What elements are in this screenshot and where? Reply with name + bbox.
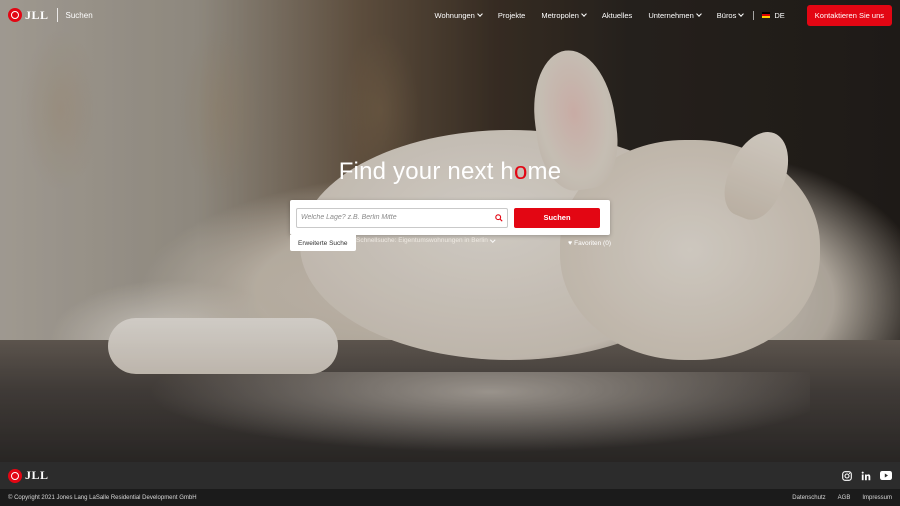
german-flag-icon	[762, 12, 771, 18]
favorites-link[interactable]: ♥ Favoriten (0)	[568, 240, 611, 247]
hero-title-part1: Find your next h	[338, 158, 514, 185]
search-button[interactable]: Suchen	[514, 207, 600, 228]
footer-top-bar: JLL	[0, 462, 900, 489]
nav-item-metropolen[interactable]: Metropolen	[541, 10, 587, 20]
header-divider	[56, 8, 58, 22]
footer-link-datenschutz[interactable]: Datenschutz	[792, 495, 825, 501]
hero-title-part2: me	[527, 158, 562, 185]
nav-item-projekte[interactable]: Projekte	[498, 11, 526, 20]
heart-icon: ♥	[568, 240, 573, 247]
hero-title-accent: o	[513, 158, 528, 185]
language-label: DE	[774, 10, 785, 20]
hero-title: Find your next home	[0, 158, 900, 186]
jll-logo-icon	[8, 468, 22, 483]
nav-item-bueros[interactable]: Büros	[716, 10, 745, 20]
footer-link-agb[interactable]: AGB	[838, 495, 851, 501]
search-icon[interactable]	[495, 213, 503, 222]
linkedin-icon[interactable]	[861, 471, 871, 481]
language-switcher[interactable]: DE	[753, 10, 785, 20]
nav-item-aktuelles[interactable]: Aktuelles	[602, 11, 632, 20]
nav-label: Büros	[716, 10, 737, 20]
main-nav: Wohnungen Projekte Metropolen Aktuelles …	[419, 4, 892, 26]
footer-link-impressum[interactable]: Impressum	[862, 495, 892, 501]
nav-item-unternehmen[interactable]: Unternehmen	[648, 10, 702, 20]
header-search-link[interactable]: Suchen	[66, 11, 93, 20]
nav-label: Projekte	[497, 10, 526, 20]
location-search-input[interactable]	[297, 208, 507, 227]
copyright-text: © Copyright 2021 Jones Lang LaSalle Resi…	[8, 494, 197, 501]
header-logo[interactable]: JLL	[8, 8, 49, 23]
chevron-down-icon	[738, 11, 745, 17]
location-search-field	[296, 207, 508, 228]
nav-label: Wohnungen	[434, 10, 475, 20]
nav-item-wohnungen[interactable]: Wohnungen	[434, 10, 483, 20]
footer-links: Datenschutz AGB Impressum	[792, 495, 892, 501]
nav-label: Aktuelles	[601, 10, 633, 20]
chevron-down-icon	[490, 237, 496, 242]
search-box: Suchen	[290, 200, 610, 235]
nav-label: Unternehmen	[648, 10, 694, 20]
quick-search-link[interactable]: Schnellsuche: Eigentumswohnungen in Berl…	[356, 237, 496, 244]
favorites-label: Favoriten (0)	[574, 240, 612, 247]
logo-text: JLL	[25, 7, 49, 22]
footer-logo[interactable]: JLL	[8, 468, 49, 483]
instagram-icon[interactable]	[842, 470, 852, 481]
contact-button[interactable]: Kontaktieren Sie uns	[806, 4, 892, 26]
chevron-down-icon	[581, 11, 587, 17]
quick-search-label: Schnellsuche: Eigentumswohnungen in Berl…	[356, 237, 488, 244]
nav-label: Metropolen	[541, 10, 579, 20]
chevron-down-icon	[695, 11, 702, 17]
footer-bottom-bar: © Copyright 2021 Jones Lang LaSalle Resi…	[0, 489, 900, 506]
social-links	[842, 470, 892, 481]
youtube-icon[interactable]	[880, 471, 892, 480]
jll-logo-icon	[8, 8, 22, 22]
chevron-down-icon	[476, 11, 483, 17]
top-navigation: JLL Suchen Wohnungen Projekte Metropolen…	[0, 0, 900, 30]
advanced-search-tab[interactable]: Erweiterte Suche	[290, 235, 356, 251]
footer-logo-text: JLL	[25, 468, 49, 482]
